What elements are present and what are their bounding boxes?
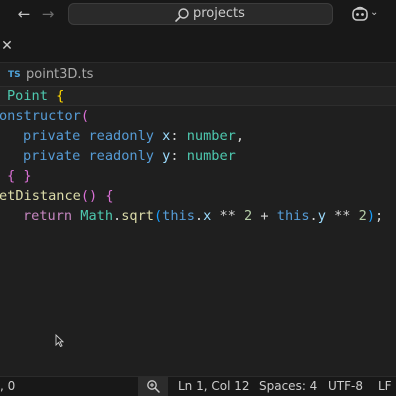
- title-bar: ← → projects ⌄: [0, 0, 396, 30]
- status-eol[interactable]: LF: [378, 377, 392, 396]
- command-center-search[interactable]: projects: [68, 3, 333, 25]
- breadcrumb-file[interactable]: point3D.ts: [26, 67, 93, 83]
- code-line-3: private readonly x: number,: [23, 128, 245, 144]
- close-icon[interactable]: ✕: [0, 38, 14, 54]
- status-problems[interactable]: , 0: [0, 377, 15, 396]
- search-icon: [175, 8, 189, 22]
- code-line-5: { }: [7, 168, 32, 184]
- arrow-left-icon[interactable]: ←: [14, 4, 34, 24]
- zoom-icon: [147, 380, 160, 393]
- status-cursor-position[interactable]: Ln 1, Col 12: [178, 377, 250, 396]
- code-line-4: private readonly y: number: [23, 148, 236, 164]
- code-line-2: onstructor(: [0, 108, 90, 124]
- breadcrumb: TS point3D.ts: [0, 64, 396, 86]
- chevron-down-icon[interactable]: ⌄: [370, 6, 380, 20]
- code-editor[interactable]: Point { onstructor( private readonly x: …: [0, 86, 396, 376]
- copilot-icon[interactable]: [351, 5, 369, 23]
- mouse-pointer-icon: [55, 334, 64, 347]
- search-text: projects: [193, 6, 245, 21]
- typescript-file-icon: TS: [8, 70, 21, 80]
- status-indentation[interactable]: Spaces: 4: [259, 377, 317, 396]
- arrow-right-icon[interactable]: →: [38, 4, 58, 24]
- status-bar: , 0 Ln 1, Col 12 Spaces: 4 UTF-8 LF: [0, 376, 396, 396]
- tab-strip: ✕: [0, 30, 396, 63]
- status-encoding[interactable]: UTF-8: [328, 377, 363, 396]
- zoom-button[interactable]: [138, 377, 168, 396]
- code-line-1: Point {: [7, 88, 65, 104]
- code-line-7: return Math.sqrt(this.x ** 2 + this.y **…: [23, 208, 384, 224]
- code-line-6: etDistance() {: [0, 188, 114, 204]
